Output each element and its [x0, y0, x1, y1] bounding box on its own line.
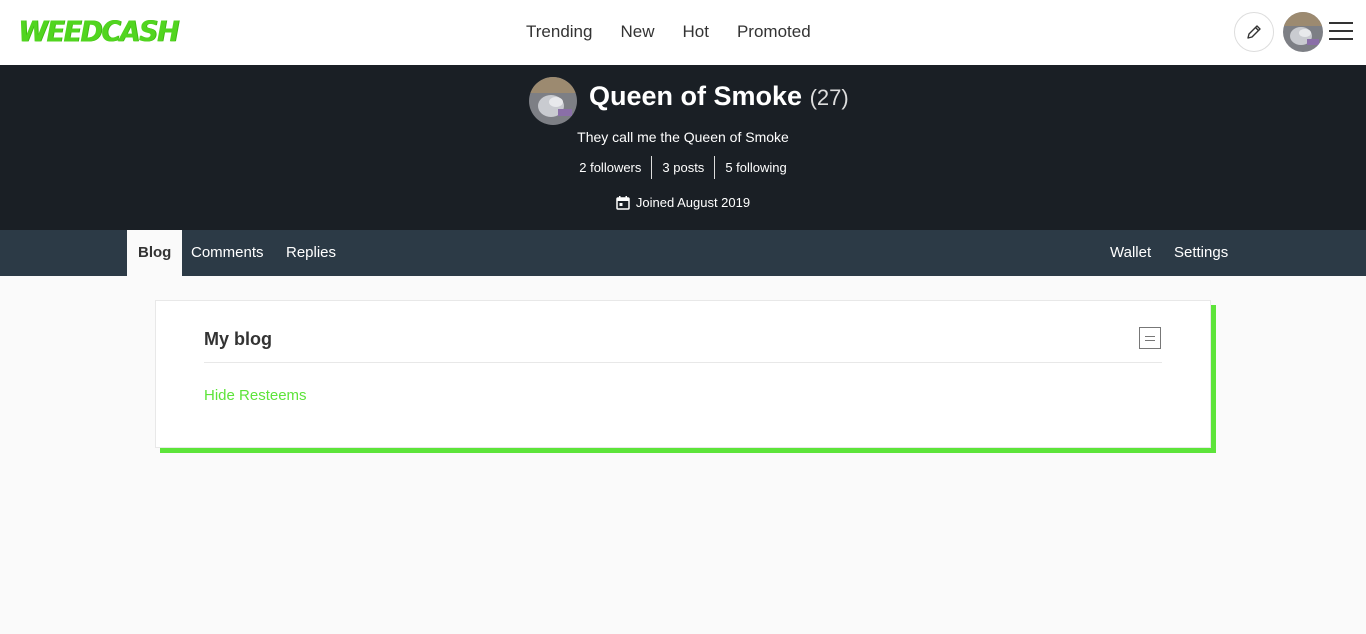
user-avatar[interactable]: [1283, 12, 1323, 52]
profile-name-text: Queen of Smoke: [589, 81, 803, 111]
tab-settings[interactable]: Settings: [1174, 230, 1228, 276]
profile-avatar: [529, 77, 577, 125]
blog-title: My blog: [204, 329, 272, 349]
hamburger-menu-icon[interactable]: [1329, 22, 1353, 42]
calendar-icon: [616, 195, 630, 210]
top-navbar: WEEDCASH Trending New Hot Promoted: [0, 0, 1366, 65]
profile-name: Queen of Smoke (27): [589, 81, 849, 112]
card-divider: [204, 362, 1162, 363]
profile-about: They call me the Queen of Smoke: [577, 129, 789, 145]
tab-wallet[interactable]: Wallet: [1110, 230, 1151, 276]
profile-tabs: Blog Comments Replies Wallet Settings: [0, 230, 1366, 276]
avatar-image: [1283, 12, 1323, 52]
profile-header: Queen of Smoke (27) They call me the Que…: [0, 65, 1366, 230]
hide-resteems-link[interactable]: Hide Resteems: [204, 387, 307, 404]
tab-blog[interactable]: Blog: [127, 230, 183, 276]
submit-post-button[interactable]: [1234, 12, 1274, 52]
followers-count[interactable]: 2 followers: [569, 156, 651, 179]
joined-text: Joined August 2019: [635, 195, 751, 210]
tab-replies[interactable]: Replies: [286, 230, 336, 276]
joined-date: Joined August 2019: [0, 195, 1366, 210]
main-nav: Trending New Hot Promoted: [526, 22, 811, 42]
pencil-icon: [1247, 25, 1261, 39]
layout-toggle-icon[interactable]: [1139, 327, 1161, 349]
logo-text: WEEDCASH: [18, 16, 179, 49]
posts-count: 3 posts: [651, 156, 714, 179]
weedcash-logo[interactable]: WEEDCASH: [18, 16, 179, 50]
blog-card: My blog Hide Resteems: [155, 300, 1211, 448]
tab-comments[interactable]: Comments: [191, 230, 264, 276]
reputation-score: (27): [809, 85, 849, 110]
nav-hot[interactable]: Hot: [682, 22, 708, 42]
following-count[interactable]: 5 following: [714, 156, 796, 179]
nav-promoted[interactable]: Promoted: [737, 22, 811, 42]
nav-new[interactable]: New: [620, 22, 654, 42]
profile-avatar-image: [529, 77, 577, 125]
nav-trending[interactable]: Trending: [526, 22, 592, 42]
profile-stats: 2 followers 3 posts 5 following: [0, 156, 1366, 179]
